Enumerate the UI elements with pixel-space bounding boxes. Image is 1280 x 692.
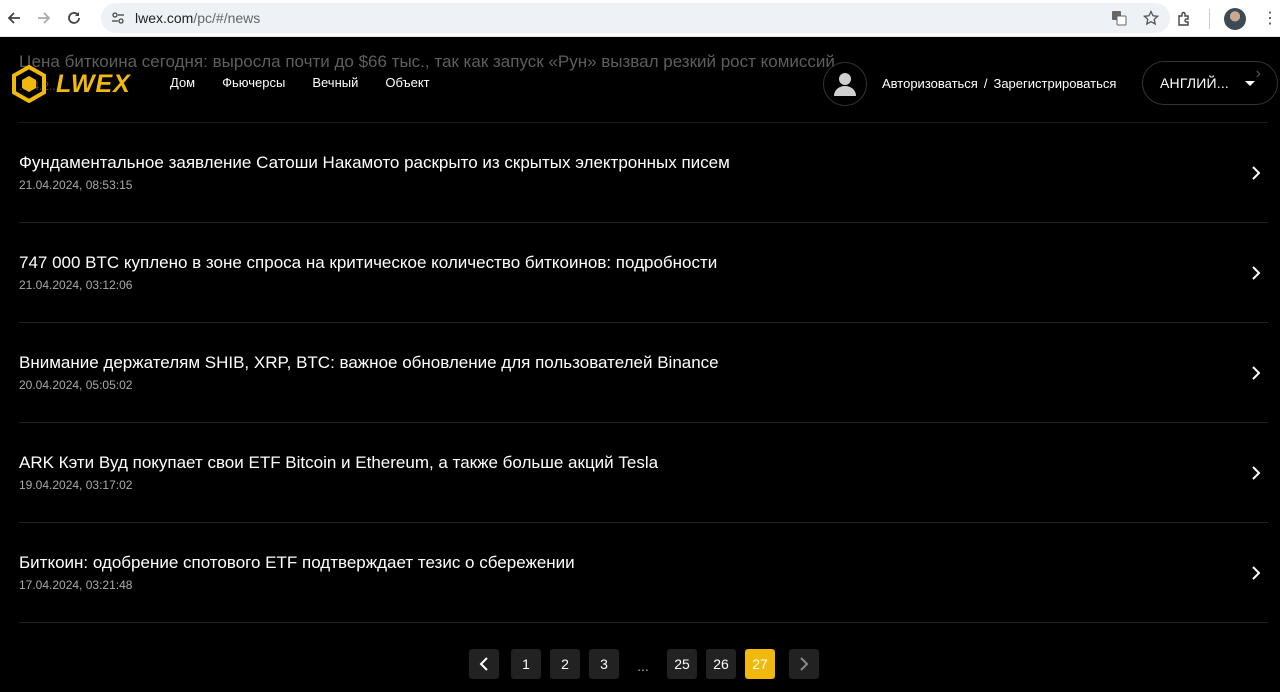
page-content: Цена биткоина сегодня: выросла почти до …: [0, 37, 1280, 692]
news-title: Биткоин: одобрение спотового ETF подтвер…: [19, 553, 575, 572]
nav-perpetual[interactable]: Вечный: [312, 75, 358, 90]
news-date: 20.04.2024, 05:05:02: [19, 378, 133, 392]
news-item[interactable]: Фундаментальное заявление Сатоши Накамот…: [19, 123, 1268, 223]
chevron-right-icon: [1249, 464, 1263, 482]
forward-arrow-icon: [38, 12, 51, 24]
news-date: 21.04.2024, 08:53:15: [19, 178, 133, 192]
prev-page-button[interactable]: [469, 649, 499, 679]
next-page-button[interactable]: [789, 649, 819, 679]
browser-toolbar: lwex.com/pc/#/news ⋮: [0, 0, 1280, 37]
kebab-menu-icon[interactable]: ⋮: [1262, 10, 1278, 27]
translate-icon[interactable]: [1110, 9, 1128, 27]
address-bar[interactable]: lwex.com/pc/#/news: [101, 3, 1170, 33]
nav-futures[interactable]: Фьючерсы: [222, 75, 285, 90]
page-button[interactable]: 2: [550, 649, 580, 679]
chevron-right-icon: [800, 657, 809, 671]
page-button[interactable]: 3: [589, 649, 619, 679]
chevron-right-icon: [1249, 164, 1263, 182]
back-button[interactable]: [0, 3, 29, 33]
user-icon: [834, 73, 856, 96]
login-link[interactable]: Авторизоваться: [882, 76, 978, 91]
reload-button[interactable]: [59, 3, 89, 33]
news-date: 17.04.2024, 03:21:48: [19, 578, 133, 592]
back-arrow-icon: [7, 12, 20, 24]
toolbar-divider: [1209, 8, 1210, 29]
site-header: LWEX Дом Фьючерсы Вечный Объект Авторизо…: [0, 37, 1280, 123]
news-title: ARK Кэти Вуд покупает свои ETF Bitcoin и…: [19, 453, 659, 472]
chevron-right-icon: [1249, 264, 1263, 282]
news-title: Фундаментальное заявление Сатоши Накамот…: [19, 153, 730, 172]
news-date: 21.04.2024, 03:12:06: [19, 278, 133, 292]
news-item[interactable]: 747 000 BTC куплено в зоне спроса на кри…: [19, 223, 1268, 323]
language-select[interactable]: АНГЛИЙ...: [1142, 61, 1278, 105]
language-label: АНГЛИЙ...: [1160, 75, 1230, 91]
news-date: 19.04.2024, 03:17:02: [19, 478, 133, 492]
site-logo[interactable]: LWEX: [10, 65, 131, 103]
current-page-button[interactable]: 27: [745, 649, 775, 679]
site-info-icon[interactable]: [110, 10, 126, 26]
news-item[interactable]: Внимание держателям SHIB, XRP, BTC: важн…: [19, 323, 1268, 423]
reload-icon: [68, 12, 80, 24]
logo-hexagon-icon: [12, 65, 46, 103]
news-list: Фундаментальное заявление Сатоши Накамот…: [19, 123, 1268, 623]
page-button[interactable]: 26: [706, 649, 736, 679]
news-title: Внимание держателям SHIB, XRP, BTC: важн…: [19, 353, 719, 372]
news-item[interactable]: ARK Кэти Вуд покупает свои ETF Bitcoin и…: [19, 423, 1268, 523]
url-text: lwex.com/pc/#/news: [135, 10, 261, 26]
main-nav: Дом Фьючерсы Вечный Объект: [170, 75, 430, 90]
news-item[interactable]: Биткоин: одобрение спотового ETF подтвер…: [19, 523, 1268, 623]
user-avatar-button[interactable]: [823, 62, 867, 106]
pagination: 1 2 3 ... 25 26 27: [469, 649, 828, 679]
auth-links: Авторизоваться / Зарегистрироваться: [882, 76, 1116, 91]
page-button[interactable]: 25: [667, 649, 697, 679]
news-title: 747 000 BTC куплено в зоне спроса на кри…: [19, 253, 718, 272]
profile-avatar[interactable]: [1224, 7, 1246, 30]
forward-button[interactable]: [29, 3, 59, 33]
nav-home[interactable]: Дом: [170, 75, 195, 90]
chevron-left-icon: [479, 657, 488, 671]
logo-text: LWEX: [56, 69, 131, 98]
caret-down-icon: [1245, 81, 1255, 86]
bookmark-star-icon[interactable]: [1142, 9, 1160, 27]
chevron-right-icon: [1249, 564, 1263, 582]
page-button[interactable]: 1: [511, 649, 541, 679]
extensions-icon[interactable]: [1173, 8, 1195, 30]
pagination-ellipsis: ...: [637, 658, 649, 674]
chevron-right-icon: [1249, 364, 1263, 382]
register-link[interactable]: Зарегистрироваться: [993, 76, 1116, 91]
auth-separator: /: [983, 76, 988, 91]
nav-object[interactable]: Объект: [385, 75, 429, 90]
